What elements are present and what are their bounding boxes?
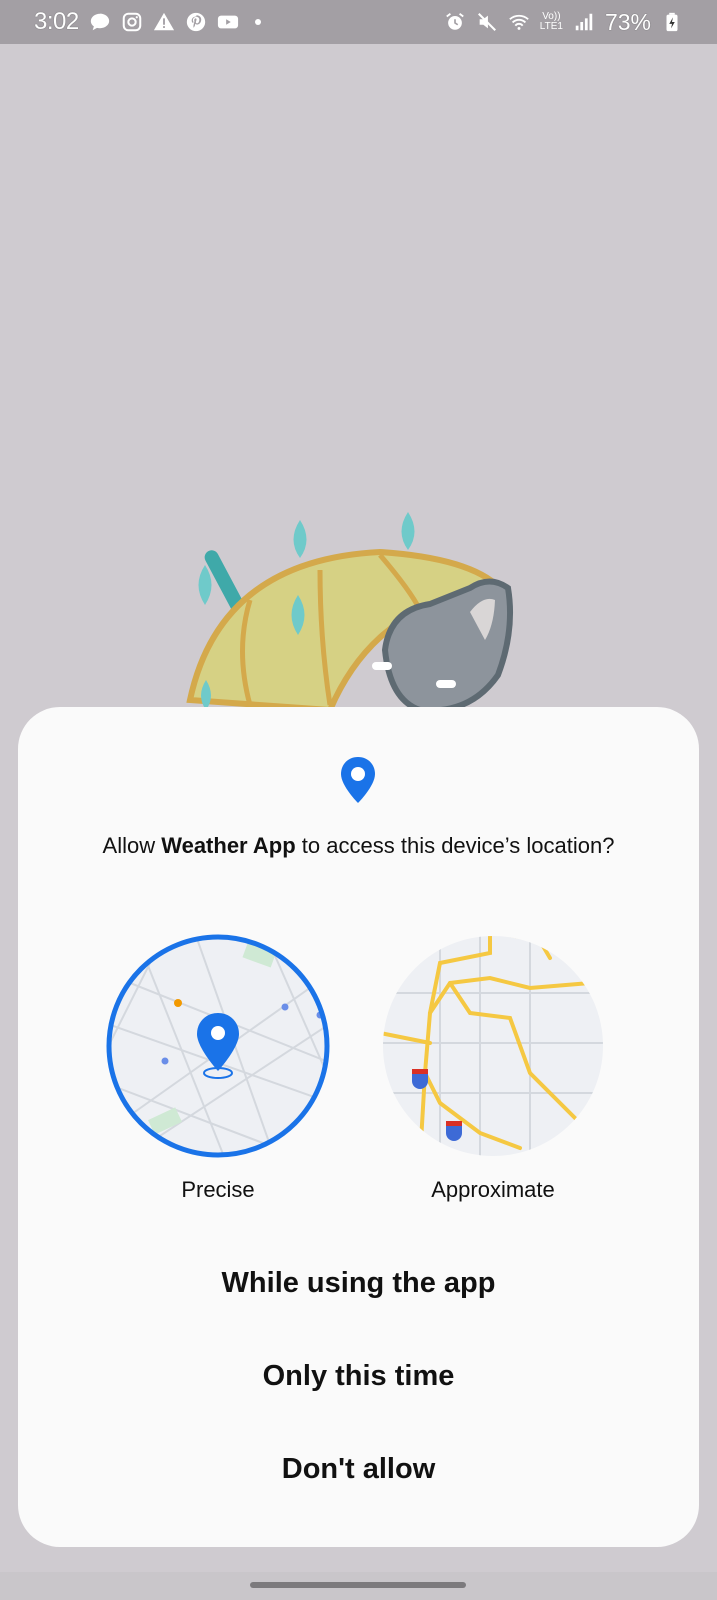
signal-icon <box>573 11 595 33</box>
status-right: Vo)) LTE1 73% <box>444 9 683 36</box>
battery-percent: 73% <box>604 8 651 35</box>
instagram-icon <box>121 11 143 33</box>
app-name: Weather App <box>161 833 296 858</box>
approximate-label: Approximate <box>431 1177 555 1202</box>
precise-label: Precise <box>181 1177 255 1202</box>
while-using-app-button[interactable]: While using the app <box>18 1267 699 1300</box>
approximate-map-icon <box>383 936 603 1156</box>
approximate-option[interactable]: Approximate <box>378 933 608 1203</box>
status-time: 3:02 <box>34 8 79 35</box>
weather-illustration <box>180 500 540 710</box>
precise-map-icon <box>106 934 330 1158</box>
chat-icon <box>89 11 111 33</box>
only-this-time-button[interactable]: Only this time <box>18 1360 699 1393</box>
precise-option[interactable]: Precise <box>103 933 333 1203</box>
volte-indicator: Vo)) LTE1 <box>539 11 563 32</box>
alarm-icon <box>444 11 466 33</box>
location-pin-icon <box>338 755 378 805</box>
status-bar: 3:02 Vo)) LTE1 73% <box>0 0 717 44</box>
notification-dot-icon <box>254 19 261 25</box>
home-handle[interactable] <box>250 1582 466 1588</box>
battery-charging-icon <box>661 11 683 33</box>
pinterest-icon <box>185 11 207 33</box>
status-left: 3:02 <box>34 8 261 36</box>
dialog-title: Allow Weather App to access this device’… <box>102 833 615 858</box>
wifi-icon <box>508 11 530 33</box>
warning-icon <box>153 11 175 33</box>
location-permission-dialog: Allow Weather App to access this device’… <box>18 707 699 1547</box>
mute-icon <box>476 11 498 33</box>
dont-allow-button[interactable]: Don't allow <box>18 1453 699 1486</box>
youtube-icon <box>217 11 239 33</box>
